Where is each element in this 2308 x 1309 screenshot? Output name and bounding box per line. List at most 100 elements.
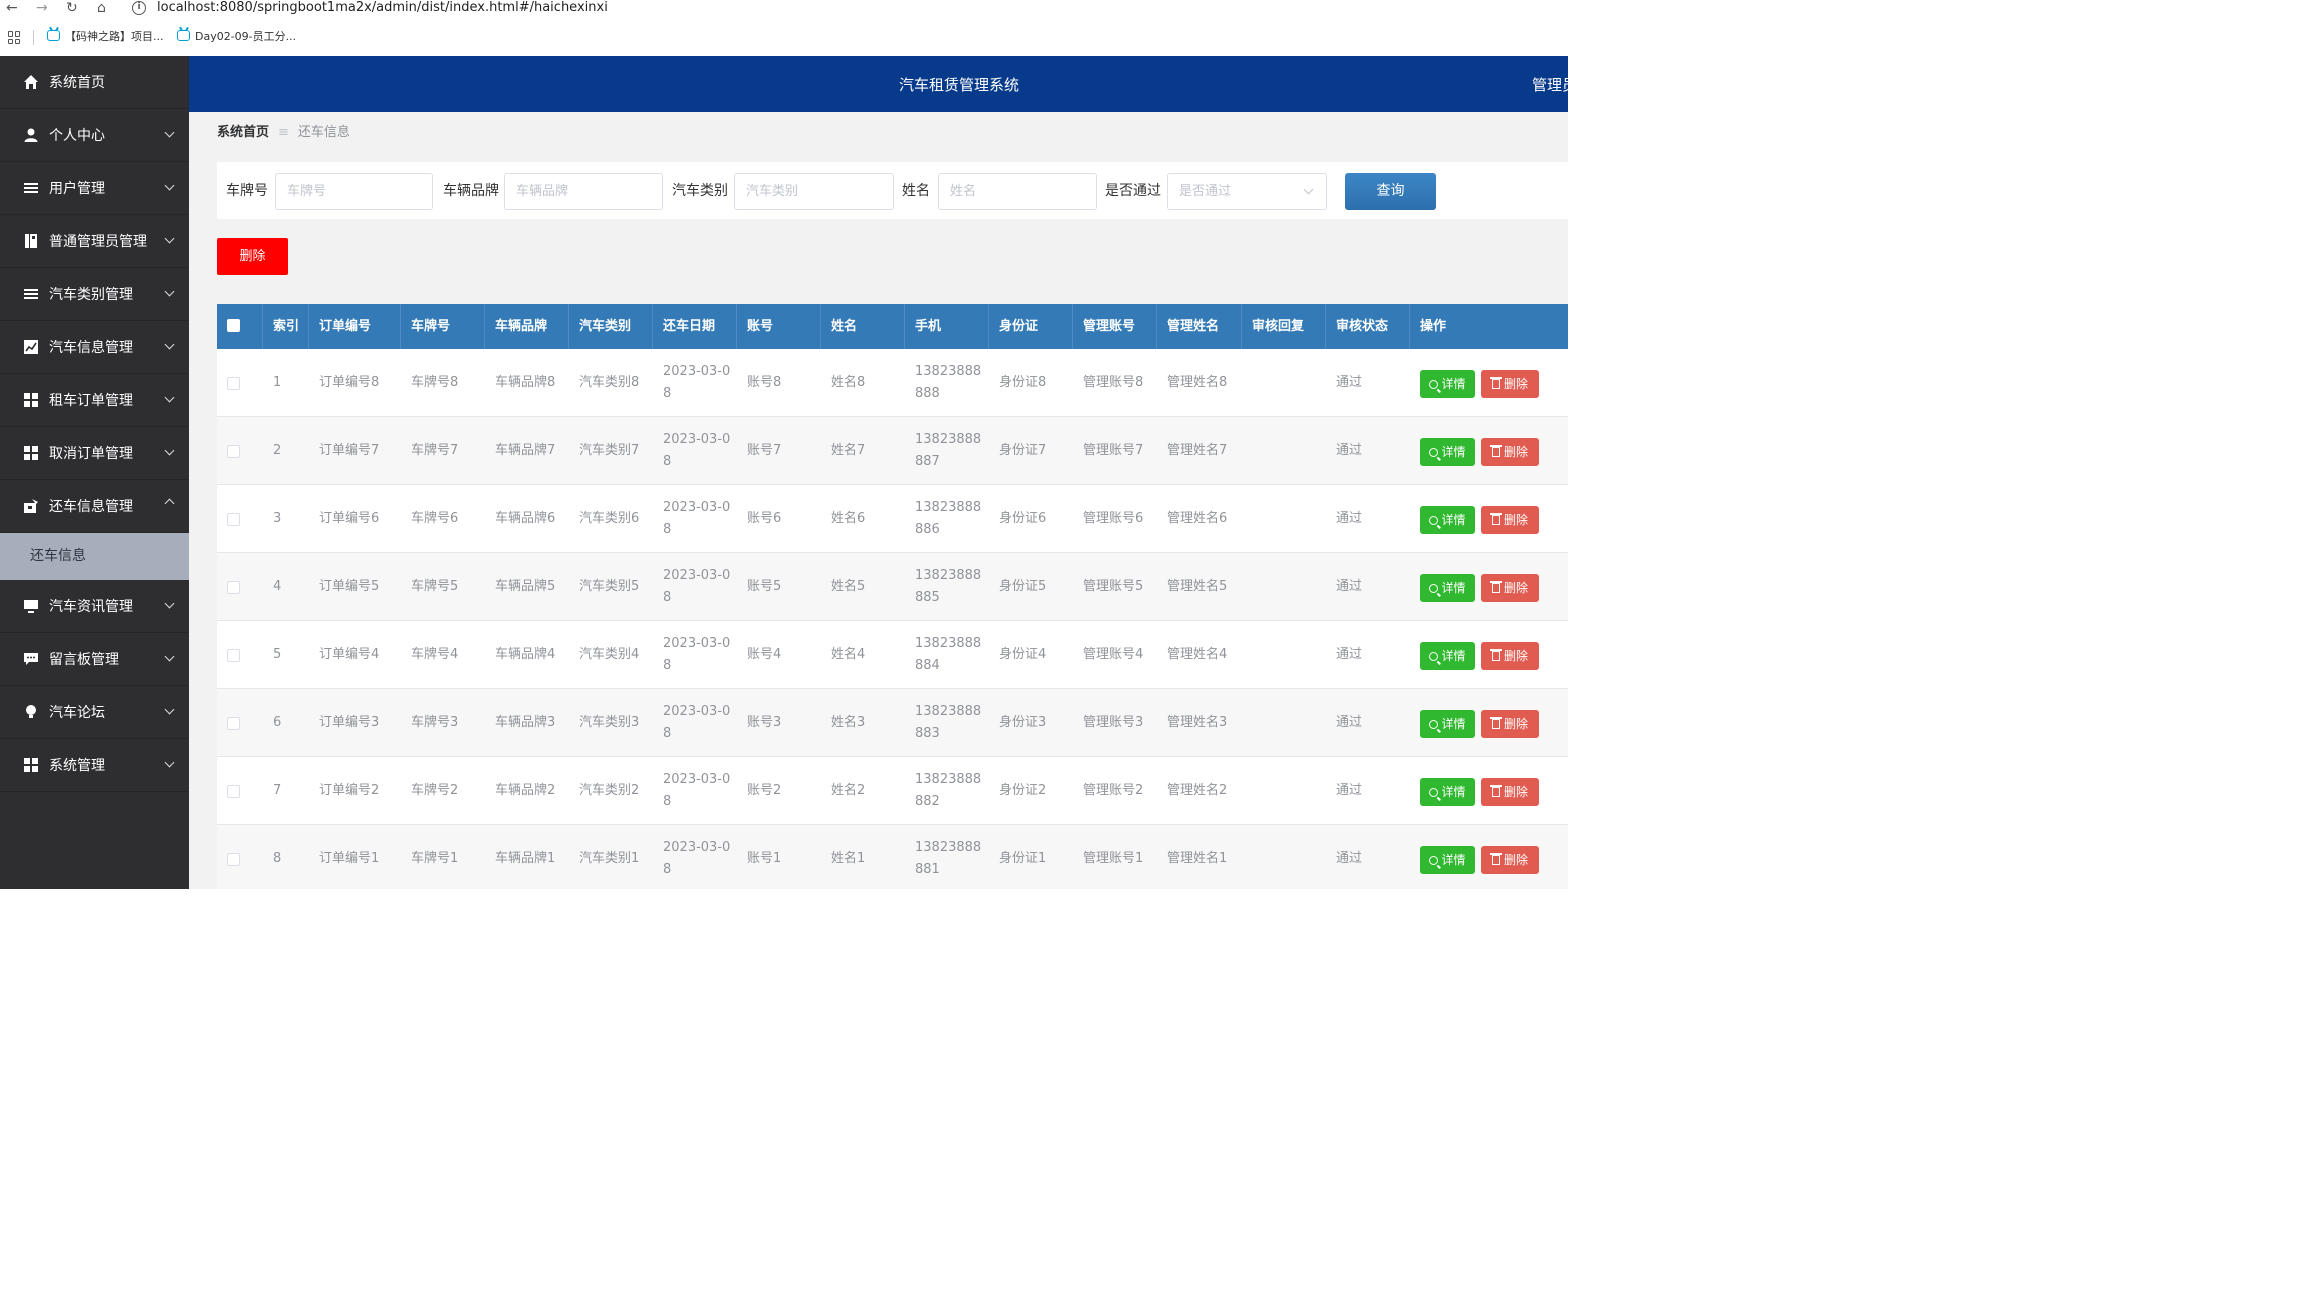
home-page-icon[interactable]: ⌂	[97, 0, 106, 16]
cell-admin-name-container: 管理姓名8	[1157, 349, 1242, 417]
delete-button[interactable]: 删除	[1481, 846, 1539, 874]
bookmark-item[interactable]: Day02-09-员工分...	[177, 29, 296, 45]
sidebar-subitem-return-info[interactable]: 还车信息	[0, 533, 189, 580]
name-input[interactable]: 姓名	[938, 173, 1097, 210]
apps-grid-icon[interactable]	[8, 31, 21, 44]
cell-plate: 车牌号3	[411, 715, 459, 730]
cell-order-no: 订单编号4	[319, 647, 380, 662]
cell-admin-name: 管理姓名7	[1167, 443, 1228, 458]
cell-id-card-container: 身份证2	[989, 757, 1073, 825]
cell-review-reply-container	[1242, 349, 1326, 417]
sidebar-item-users[interactable]: 用户管理	[0, 162, 189, 215]
sidebar-item-car-category[interactable]: 汽车类别管理	[0, 268, 189, 321]
sidebar-item-admins[interactable]: 普通管理员管理	[0, 215, 189, 268]
cell-plate-container: 车牌号8	[401, 349, 485, 417]
delete-button[interactable]: 删除	[1481, 370, 1539, 398]
sidebar-item-car-info[interactable]: 汽车信息管理	[0, 321, 189, 374]
row-checkbox[interactable]	[227, 376, 240, 390]
sidebar-item-forum[interactable]: 汽车论坛	[0, 686, 189, 739]
cell-review-status: 通过	[1336, 511, 1363, 526]
row-checkbox[interactable]	[227, 444, 240, 458]
delete-button[interactable]: 删除	[1481, 438, 1539, 466]
detail-label: 详情	[1441, 649, 1466, 663]
query-button[interactable]: 查询	[1345, 173, 1436, 210]
category-input[interactable]: 汽车类别	[734, 173, 894, 210]
cell-name: 姓名2	[831, 783, 866, 798]
cell-admin-account-container: 管理账号5	[1073, 553, 1157, 621]
sidebar-item-label: 汽车论坛	[49, 705, 105, 721]
back-arrow-icon[interactable]: ←	[6, 0, 18, 16]
sidebar-item-return-info[interactable]: 还车信息管理	[0, 480, 189, 533]
reload-icon[interactable]: ↻	[66, 0, 78, 16]
sidebar-item-profile[interactable]: 个人中心	[0, 109, 189, 162]
cell-account: 账号2	[747, 783, 782, 798]
cell-account-container: 账号3	[737, 689, 821, 757]
batch-delete-button[interactable]: 删除	[217, 238, 288, 275]
sidebar-item-label: 系统首页	[49, 75, 105, 91]
cell-review-status-container: 通过	[1326, 485, 1410, 553]
sidebar-item-car-news[interactable]: 汽车资讯管理	[0, 580, 189, 633]
cell-return-date: 2023-03-08	[663, 568, 731, 605]
cell-id-card-container: 身份证8	[989, 349, 1073, 417]
sidebar-item-label: 汽车信息管理	[49, 340, 133, 356]
delete-button[interactable]: 删除	[1481, 506, 1539, 534]
monitor-icon	[23, 598, 39, 614]
cell-order-no: 订单编号7	[319, 443, 380, 458]
row-checkbox[interactable]	[227, 716, 240, 730]
delete-button[interactable]: 删除	[1481, 574, 1539, 602]
sidebar-item-system[interactable]: 系统管理	[0, 739, 189, 792]
sidebar-item-message-board[interactable]: 留言板管理	[0, 633, 189, 686]
table-row: 4 订单编号5 车牌号5 车辆品牌5 汽车类别5 2023-03-08 账号5 姓名5 1382…	[217, 553, 1568, 621]
row-checkbox[interactable]	[227, 784, 240, 798]
trash-icon	[1489, 717, 1502, 729]
delete-button[interactable]: 删除	[1481, 642, 1539, 670]
delete-label: 删除	[1503, 785, 1528, 799]
breadcrumb-home[interactable]: 系统首页	[217, 125, 269, 140]
detail-button[interactable]: 详情	[1420, 642, 1475, 670]
detail-button[interactable]: 详情	[1420, 370, 1475, 398]
cell-plate: 车牌号4	[411, 647, 459, 662]
passed-select[interactable]: 是否通过	[1167, 173, 1327, 210]
forward-arrow-icon[interactable]: →	[36, 0, 48, 16]
detail-button[interactable]: 详情	[1420, 710, 1475, 738]
url-field[interactable]: localhost:8080/springboot1ma2x/admin/dis…	[157, 0, 608, 16]
sidebar-item-home[interactable]: 系统首页	[0, 56, 189, 109]
trash-icon	[1489, 445, 1502, 457]
detail-button[interactable]: 详情	[1420, 438, 1475, 466]
sidebar-item-rental-orders[interactable]: 租车订单管理	[0, 374, 189, 427]
bookmark-item[interactable]: 【码神之路】项目...	[47, 29, 164, 45]
cell-review-status-container: 通过	[1326, 553, 1410, 621]
row-checkbox[interactable]	[227, 512, 240, 526]
trash-icon	[1489, 785, 1502, 797]
cell-return-date: 2023-03-08	[663, 840, 731, 877]
detail-button[interactable]: 详情	[1420, 506, 1475, 534]
cell-account: 账号7	[747, 443, 782, 458]
select-all-checkbox[interactable]	[217, 304, 263, 349]
detail-button[interactable]: 详情	[1420, 846, 1475, 874]
table-row: 8 订单编号1 车牌号1 车辆品牌1 汽车类别1 2023-03-08 账号1 姓名1 1382…	[217, 825, 1568, 889]
brand-input[interactable]: 车辆品牌	[504, 173, 663, 210]
cell-review-reply-container	[1242, 689, 1326, 757]
plate-input[interactable]: 车牌号	[275, 173, 433, 210]
delete-label: 删除	[1503, 513, 1528, 527]
detail-label: 详情	[1441, 445, 1466, 459]
row-checkbox[interactable]	[227, 648, 240, 662]
sidebar-item-cancel-orders[interactable]: 取消订单管理	[0, 427, 189, 480]
site-info-icon[interactable]: i	[132, 1, 146, 15]
current-user[interactable]: 管理员 admin	[1532, 74, 1629, 95]
cell-id-card: 身份证1	[999, 851, 1047, 866]
cell-id-card: 身份证5	[999, 579, 1047, 594]
browser-address-bar: ← → ↻ ⌂ i localhost:8080/springboot1ma2x…	[0, 0, 1568, 20]
cell-name-container: 姓名7	[821, 417, 905, 485]
delete-button[interactable]: 删除	[1481, 710, 1539, 738]
row-checkbox[interactable]	[227, 580, 240, 594]
cell-review-status: 通过	[1336, 443, 1363, 458]
cell-admin-account: 管理账号4	[1083, 647, 1144, 662]
cell-category: 汽车类别4	[579, 647, 640, 662]
cell-id-card: 身份证2	[999, 783, 1047, 798]
cell-account-container: 账号2	[737, 757, 821, 825]
row-checkbox[interactable]	[227, 852, 240, 866]
detail-button[interactable]: 详情	[1420, 778, 1475, 806]
detail-button[interactable]: 详情	[1420, 574, 1475, 602]
delete-button[interactable]: 删除	[1481, 778, 1539, 806]
